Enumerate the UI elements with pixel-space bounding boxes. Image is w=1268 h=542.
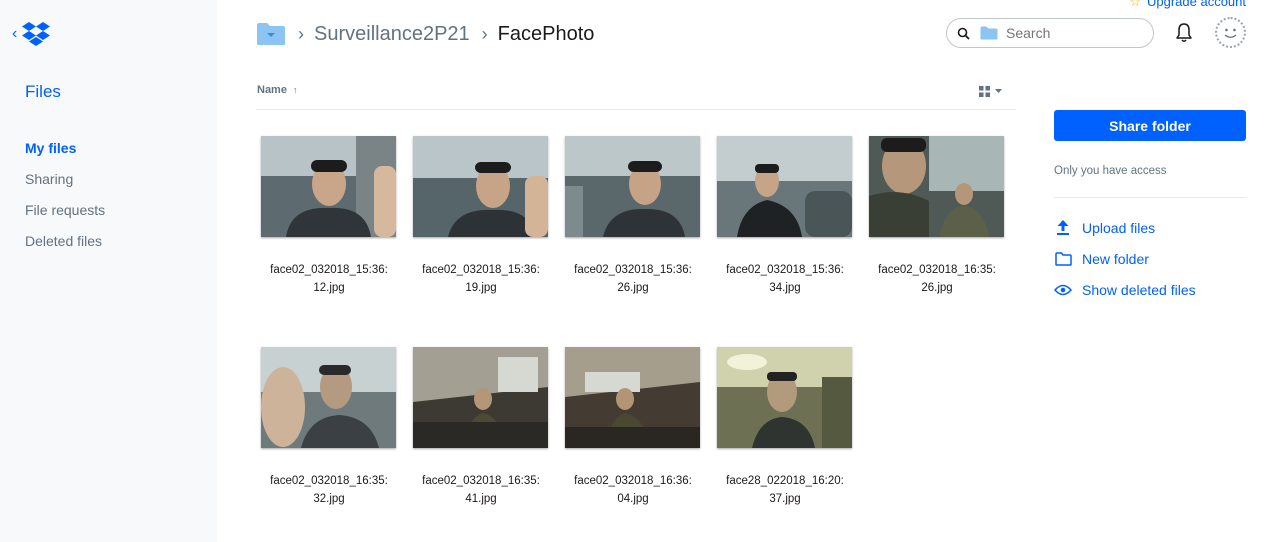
caret-down-icon [995, 89, 1002, 93]
file-name-line: face02_032018_15:36: [422, 264, 540, 276]
star-icon: ☆ [1129, 0, 1141, 9]
name-column-label: Name [257, 84, 287, 96]
search-input[interactable] [1006, 25, 1126, 41]
list-header: Name ↑ [256, 80, 1016, 110]
upgrade-account-label: Upgrade account [1146, 0, 1246, 9]
dropbox-logo[interactable]: ‹ [12, 20, 58, 48]
show-deleted-files-action[interactable]: Show deleted files [1040, 274, 1246, 305]
access-text: Only you have access [1054, 165, 1246, 198]
file-name-line: 26.jpg [921, 282, 953, 294]
file-name-line: 34.jpg [769, 282, 801, 294]
file-name-line: face02_032018_16:36: [574, 475, 692, 487]
dropbox-icon [22, 22, 51, 46]
new-folder-action[interactable]: New folder [1040, 243, 1246, 274]
view-toggle[interactable] [979, 86, 1002, 97]
folder-icon [1054, 250, 1072, 268]
file-name[interactable]: face02_032018_16:35: 32.jpg [256, 472, 402, 508]
file-name-line: 26.jpg [617, 282, 649, 294]
file-name-line: face02_032018_16:35: [878, 264, 996, 276]
file-name-line: face28_022018_16:20: [726, 475, 844, 487]
search-icon [957, 27, 970, 40]
file-name[interactable]: face02_032018_16:36: 04.jpg [560, 472, 706, 508]
photo-thumbnail[interactable] [717, 347, 852, 448]
photo-thumbnail[interactable] [717, 136, 852, 237]
chevron-left-icon: ‹ [12, 25, 18, 42]
right-panel: Share folder Only you have access Upload… [1054, 110, 1246, 305]
photo-thumbnail[interactable] [261, 347, 396, 448]
file-name[interactable]: face02_032018_16:35: 26.jpg [864, 261, 1010, 297]
file-name-line: 37.jpg [769, 493, 801, 505]
file-name-line: 41.jpg [465, 493, 497, 505]
sidebar-item-sharing[interactable]: Sharing [25, 171, 105, 202]
file-name-line: face02_032018_15:36: [726, 264, 844, 276]
upload-files-label: Upload files [1082, 219, 1156, 236]
upload-icon [1054, 219, 1072, 237]
sidebar-nav: My files Sharing File requests Deleted f… [25, 140, 105, 264]
photo-thumbnail[interactable] [565, 136, 700, 237]
eye-icon [1054, 281, 1072, 299]
sidebar-item-file-requests[interactable]: File requests [25, 202, 105, 233]
file-name-line: face02_032018_15:36: [574, 264, 692, 276]
photo-thumbnail[interactable] [413, 347, 548, 448]
file-name-line: 04.jpg [617, 493, 649, 505]
sort-by-name[interactable]: Name ↑ [257, 84, 298, 96]
upload-files-action[interactable]: Upload files [1040, 212, 1246, 243]
sidebar-item-deleted-files[interactable]: Deleted files [25, 233, 105, 264]
folder-scope-icon [980, 26, 998, 40]
file-name-line: face02_032018_16:35: [270, 475, 388, 487]
new-folder-label: New folder [1082, 250, 1149, 267]
avatar[interactable] [1215, 17, 1246, 48]
face-icon [1224, 28, 1237, 38]
file-name-line: 12.jpg [313, 282, 345, 294]
photo-thumbnail[interactable] [565, 347, 700, 448]
photo-thumbnail[interactable] [413, 136, 548, 237]
chevron-right-icon: › [298, 23, 304, 44]
share-folder-button[interactable]: Share folder [1054, 110, 1246, 141]
chevron-right-icon: › [481, 23, 488, 44]
file-name-line: face02_032018_16:35: [422, 475, 540, 487]
sidebar-title[interactable]: Files [25, 82, 61, 102]
grid-view-icon [979, 86, 990, 97]
search-box[interactable] [946, 18, 1154, 48]
show-deleted-files-label: Show deleted files [1082, 281, 1196, 298]
file-name[interactable]: face02_032018_15:36: 26.jpg [560, 261, 706, 297]
photo-thumbnail[interactable] [869, 136, 1004, 237]
breadcrumb-parent[interactable]: Surveillance2P21 [314, 23, 470, 46]
file-name[interactable]: face02_032018_15:36: 12.jpg [256, 261, 402, 297]
file-name[interactable]: face02_032018_16:35: 41.jpg [408, 472, 554, 508]
file-name[interactable]: face02_032018_15:36: 34.jpg [712, 261, 858, 297]
file-name-line: 19.jpg [465, 282, 497, 294]
file-name[interactable]: face02_032018_15:36: 19.jpg [408, 261, 554, 297]
file-name[interactable]: face28_022018_16:20: 37.jpg [712, 472, 858, 508]
folder-actions: Upload files New folder Show deleted fil… [1054, 212, 1246, 305]
file-name-line: face02_032018_15:36: [270, 264, 388, 276]
sidebar: ‹ Files My files Sharing File requests D… [0, 0, 217, 542]
folder-icon[interactable] [256, 22, 286, 46]
photo-thumbnail[interactable] [261, 136, 396, 237]
upgrade-account-link[interactable]: ☆ Upgrade account [1129, 0, 1246, 10]
bell-icon[interactable] [1173, 22, 1195, 44]
breadcrumb-current: FacePhoto [497, 22, 595, 45]
sidebar-item-my-files[interactable]: My files [25, 140, 105, 171]
breadcrumb: › Surveillance2P21 › FacePhoto [256, 20, 594, 48]
arrow-up-icon: ↑ [293, 85, 298, 95]
file-name-line: 32.jpg [313, 493, 345, 505]
